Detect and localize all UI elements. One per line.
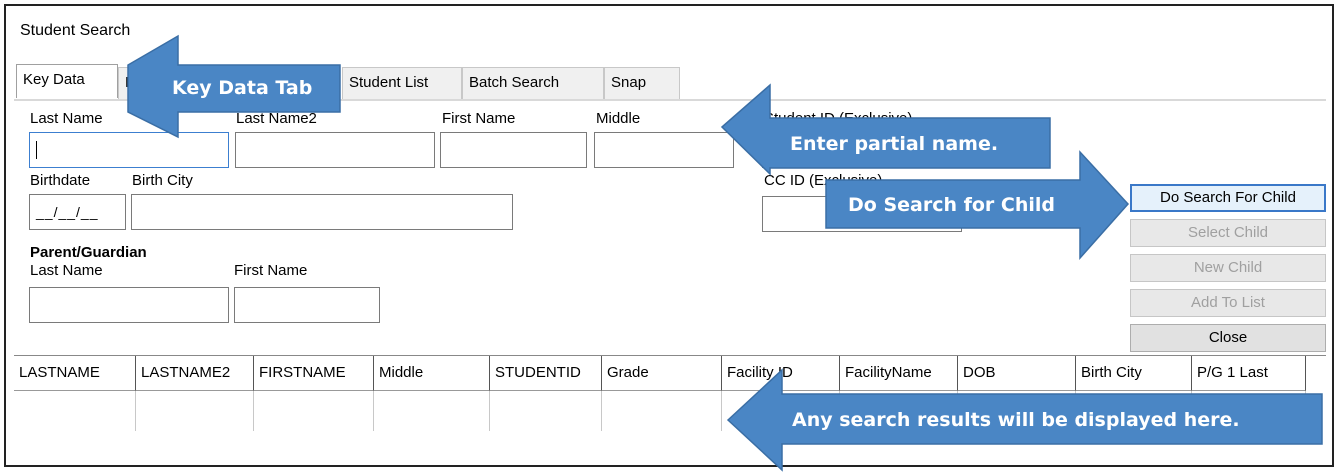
annotation-layer	[127, 34, 1323, 472]
do-search-callout: Do Search for Child	[848, 194, 1056, 216]
partial-name-callout: Enter partial name.	[790, 133, 999, 155]
key-data-tab-callout: Key Data Tab	[172, 77, 313, 99]
results-callout: Any search results will be displayed her…	[792, 409, 1240, 431]
partial-name-arrow-icon	[720, 83, 1051, 176]
